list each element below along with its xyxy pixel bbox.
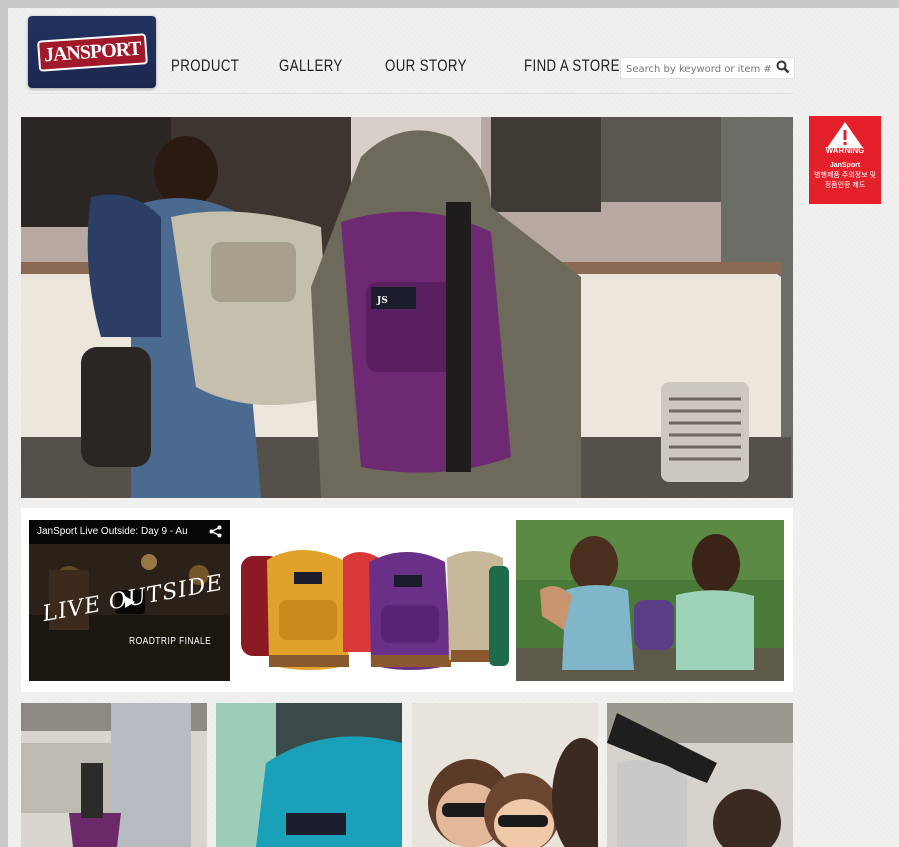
backpacks-photo — [239, 520, 509, 681]
warning-brand: JanSport — [829, 162, 861, 169]
gallery-tile-4[interactable] — [607, 703, 793, 847]
page: JANSPORT PRODUCT GALLERY OUR STORY FIND … — [8, 8, 899, 847]
search-icon[interactable] — [776, 60, 790, 74]
legs-bag-photo — [21, 703, 207, 847]
backpack-lineup-image[interactable] — [239, 520, 509, 681]
share-icon[interactable] — [209, 525, 222, 538]
search-box — [620, 57, 795, 80]
nav-product[interactable]: PRODUCT — [171, 56, 239, 76]
bike-photo — [607, 703, 793, 847]
featured-tiles: JanSport Live Outside: Day 9 - Au LIVE O… — [21, 508, 793, 692]
nav-gallery[interactable]: GALLERY — [279, 56, 343, 76]
hero-image[interactable]: JS — [21, 117, 793, 498]
svg-text:JS: JS — [376, 296, 388, 306]
nav-find-a-store[interactable]: FIND A STORE — [524, 56, 620, 76]
gallery-tile-3[interactable] — [412, 703, 598, 847]
header-divider — [28, 93, 793, 94]
video-player[interactable]: JanSport Live Outside: Day 9 - Au LIVE O… — [29, 520, 230, 681]
warning-badge[interactable]: WARNING JanSport 병행제품 주의정보 및 정품인증 제도 — [809, 116, 881, 204]
gallery-tile-1[interactable] — [21, 703, 207, 847]
video-overlay-subtitle: ROADTRIP FINALE — [129, 636, 212, 647]
teal-backpack-photo — [216, 703, 402, 847]
girls-photo — [516, 520, 784, 681]
girls-photo-tile[interactable] — [516, 520, 784, 681]
warning-line-2: 병행제품 주의정보 및 — [814, 172, 876, 179]
gallery-tile-2[interactable] — [216, 703, 402, 847]
nav-our-story[interactable]: OUR STORY — [385, 56, 467, 76]
jansport-logo[interactable]: JANSPORT — [28, 16, 156, 88]
video-title[interactable]: JanSport Live Outside: Day 9 - Au — [29, 520, 230, 544]
warning-label: WARNING — [825, 146, 865, 155]
friends-sunglasses-photo — [412, 703, 598, 847]
warning-line-3: 정품인증 제도 — [824, 182, 866, 189]
hero-photo: JS — [21, 117, 793, 498]
search-input[interactable] — [621, 58, 778, 80]
logo-text: JANSPORT — [36, 32, 148, 72]
